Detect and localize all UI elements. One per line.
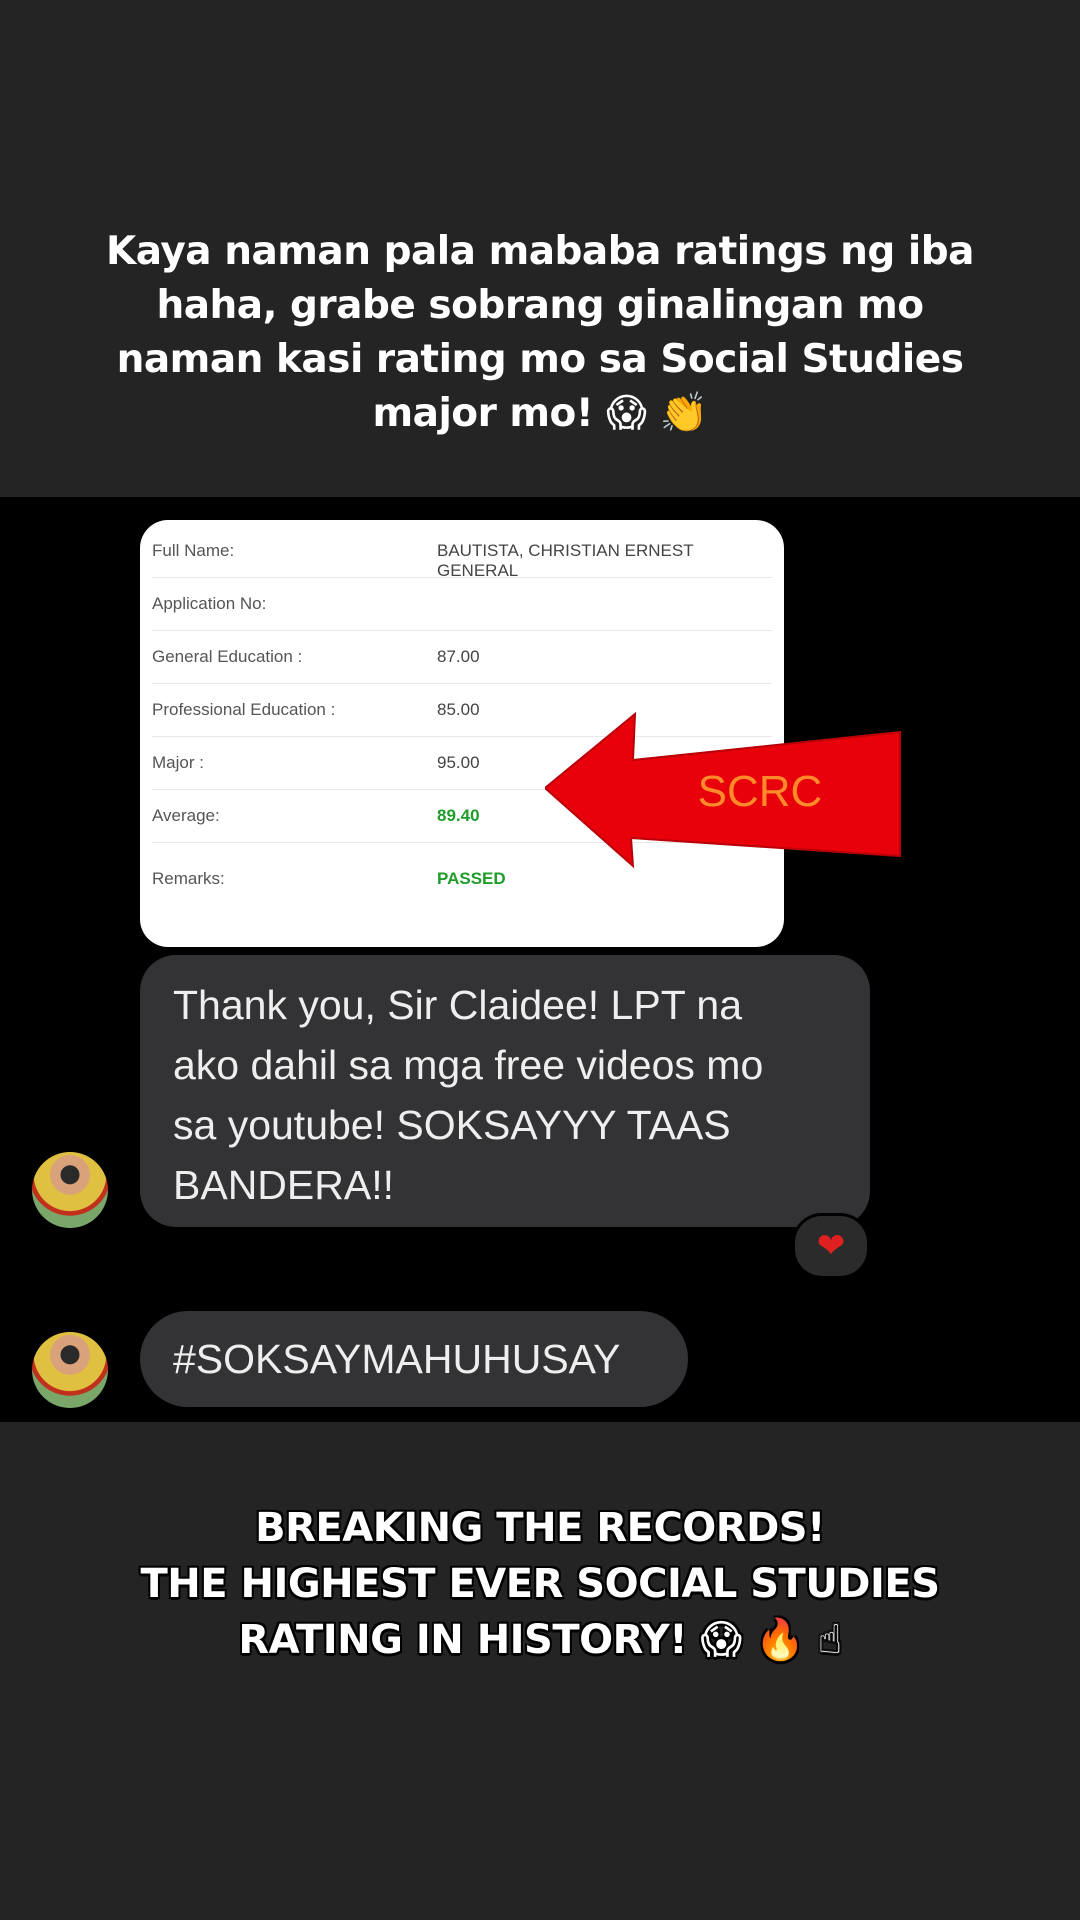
heart-reaction-icon[interactable]: ❤ [792,1213,870,1279]
result-value: 95.00 [437,753,480,772]
message-line: Thank you, Sir Claidee! LPT na [173,982,742,1028]
bottom-caption-line-1: BREAKING THE RECORDS! [255,1505,825,1551]
bottom-caption-line-3: RATING IN HISTORY! 😱 🔥 ☝ [238,1617,842,1663]
result-value: PASSED [437,869,506,888]
top-caption-line-4: major mo! 😱 👏 [372,391,708,436]
result-value: 89.40 [437,806,480,825]
top-caption-line-2: haha, grabe sobrang ginalingan mo [156,283,924,328]
result-label: Average: [152,806,220,825]
message-line: sa youtube! SOKSAYYY TAAS [173,1102,731,1148]
top-caption-line-3: naman kasi rating mo sa Social Studies [116,337,964,382]
result-value: BAUTISTA, CHRISTIAN ERNEST GENERAL [437,541,694,580]
result-label: Remarks: [152,869,225,888]
result-label: General Education : [152,647,303,666]
result-label: Major : [152,753,204,772]
sender-avatar[interactable] [32,1152,108,1228]
result-label: Professional Education : [152,700,336,719]
result-label: Full Name: [152,541,235,560]
message-line: BANDERA!! [173,1162,394,1208]
result-row-application-no: Application No: [152,577,772,631]
result-value: 85.00 [437,700,480,719]
result-value: 87.00 [437,647,480,666]
bottom-caption-line-2: THE HIGHEST EVER SOCIAL STUDIES [140,1561,940,1607]
result-label: Application No: [152,594,267,613]
message-bubble[interactable]: #SOKSAYMAHUHUSAY [140,1311,688,1407]
message-line: ako dahil sa mga free videos mo [173,1042,764,1088]
arrow-label: SCRC [698,767,823,816]
bottom-caption: BREAKING THE RECORDS! THE HIGHEST EVER S… [60,1500,1020,1668]
top-caption: Kaya naman pala mababa ratings ng iba ha… [60,225,1020,441]
sender-avatar[interactable] [32,1332,108,1408]
message-text: #SOKSAYMAHUHUSAY [173,1336,621,1382]
message-bubble[interactable]: Thank you, Sir Claidee! LPT na ako dahil… [140,955,870,1227]
top-caption-line-1: Kaya naman pala mababa ratings ng iba [106,229,974,274]
red-arrow-annotation: SCRC [545,711,901,869]
result-row-full-name: Full Name: BAUTISTA, CHRISTIAN ERNEST GE… [152,524,772,580]
result-row-general-education: General Education : 87.00 [152,630,772,684]
